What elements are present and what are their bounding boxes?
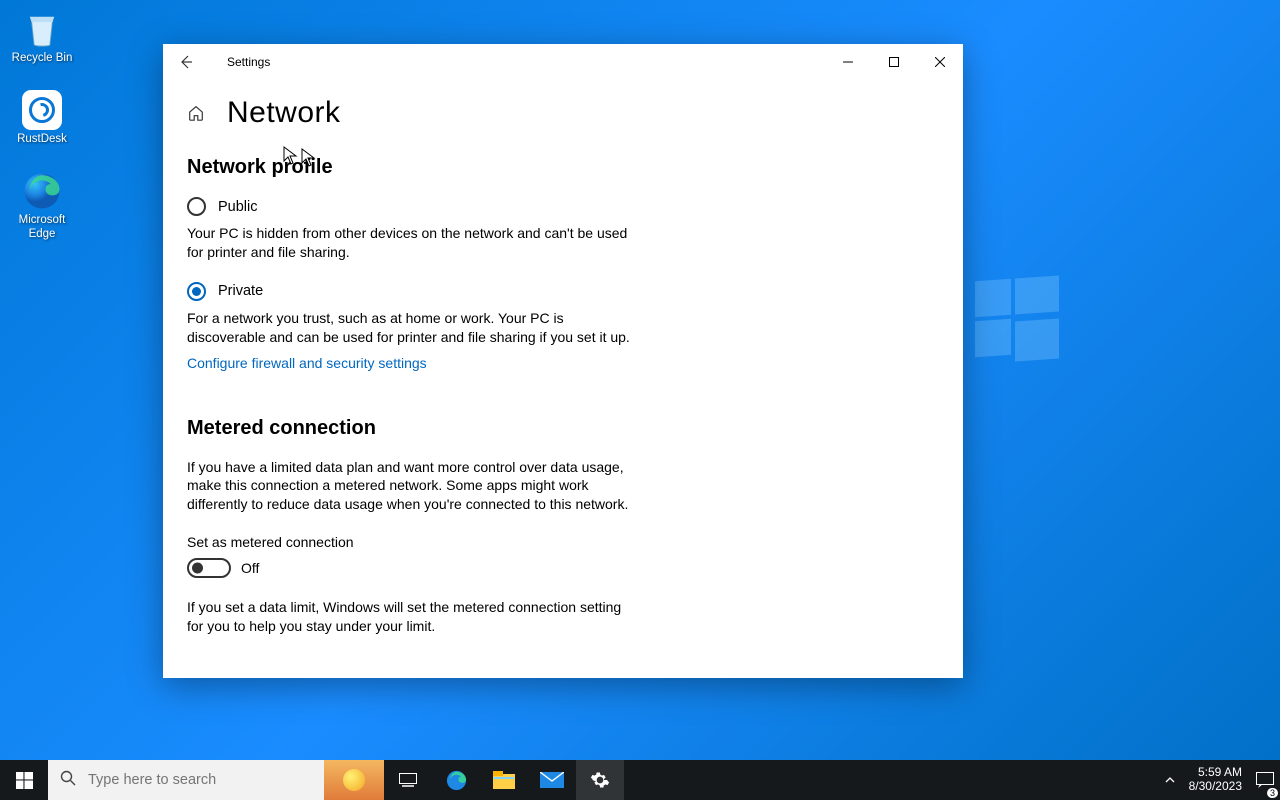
- radio-label: Private: [218, 283, 263, 299]
- home-icon[interactable]: [187, 104, 205, 122]
- minimize-button[interactable]: [825, 44, 871, 80]
- radio-label: Public: [218, 199, 258, 215]
- taskbar: 5:59 AM 8/30/2023 3: [0, 760, 1280, 800]
- metered-intro: If you have a limited data plan and want…: [187, 458, 637, 515]
- desktop-icon-edge[interactable]: Microsoft Edge: [8, 170, 76, 240]
- action-center-button[interactable]: 3: [1250, 760, 1280, 800]
- desktop-icon-recycle-bin[interactable]: Recycle Bin: [8, 8, 76, 65]
- taskbar-search[interactable]: [48, 760, 384, 800]
- tray-clock[interactable]: 5:59 AM 8/30/2023: [1181, 760, 1250, 800]
- tray-time: 5:59 AM: [1198, 766, 1242, 780]
- taskbar-app-edge[interactable]: [432, 760, 480, 800]
- task-view-button[interactable]: [384, 760, 432, 800]
- back-button[interactable]: [163, 44, 209, 80]
- app-name: Settings: [227, 55, 270, 69]
- radio-private[interactable]: Private: [187, 282, 939, 301]
- page-title: Network: [227, 96, 341, 130]
- rustdesk-icon: [21, 89, 63, 131]
- metered-limit-desc: If you set a data limit, Windows will se…: [187, 598, 637, 636]
- windows-logo-backdrop: [975, 280, 1055, 360]
- settings-window: Settings Network Network profile P: [163, 44, 963, 678]
- notification-badge: 3: [1267, 788, 1278, 798]
- maximize-button[interactable]: [871, 44, 917, 80]
- tray-chevron-up-icon[interactable]: [1159, 760, 1181, 800]
- start-button[interactable]: [0, 760, 48, 800]
- search-icon: [60, 770, 76, 791]
- section-heading-profile: Network profile: [187, 156, 939, 179]
- metered-toggle[interactable]: [187, 558, 231, 578]
- public-desc: Your PC is hidden from other devices on …: [187, 224, 637, 262]
- system-tray: 5:59 AM 8/30/2023 3: [1159, 760, 1280, 800]
- private-desc: For a network you trust, such as at home…: [187, 309, 637, 347]
- desktop-icon-label: Recycle Bin: [8, 52, 76, 65]
- recycle-bin-icon: [21, 8, 63, 50]
- desktop-icon-rustdesk[interactable]: RustDesk: [8, 89, 76, 146]
- desktop-icon-label: RustDesk: [8, 133, 76, 146]
- firewall-link[interactable]: Configure firewall and security settings: [187, 355, 427, 371]
- radio-icon: [187, 197, 206, 216]
- close-button[interactable]: [917, 44, 963, 80]
- edge-icon: [21, 170, 63, 212]
- section-heading-metered: Metered connection: [187, 417, 939, 440]
- taskbar-app-settings[interactable]: [576, 760, 624, 800]
- radio-public[interactable]: Public: [187, 197, 939, 216]
- desktop-icon-label: Microsoft Edge: [8, 214, 76, 240]
- taskbar-app-explorer[interactable]: [480, 760, 528, 800]
- radio-icon: [187, 282, 206, 301]
- titlebar: Settings: [163, 44, 963, 80]
- search-weather-widget[interactable]: [324, 760, 384, 800]
- settings-content[interactable]: Network Network profile Public Your PC i…: [163, 80, 963, 678]
- taskbar-app-mail[interactable]: [528, 760, 576, 800]
- metered-toggle-state: Off: [241, 560, 259, 576]
- metered-toggle-label: Set as metered connection: [187, 534, 939, 550]
- tray-date: 8/30/2023: [1189, 780, 1242, 794]
